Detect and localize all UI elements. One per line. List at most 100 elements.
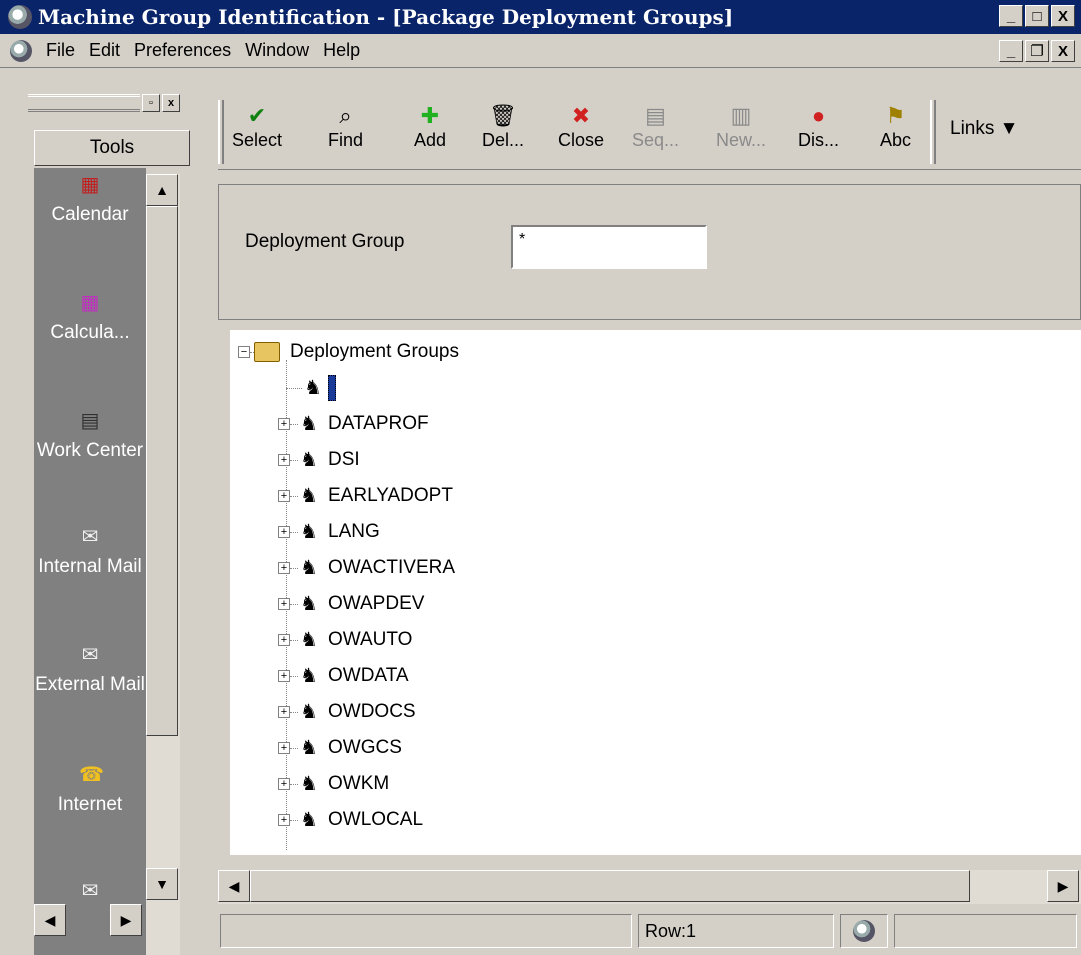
tree-node[interactable]: + ♞ OWDATA (278, 658, 409, 694)
minimize-button[interactable]: _ (999, 5, 1023, 27)
abc-icon: ⚑ (885, 103, 906, 128)
tools-header[interactable]: Tools (34, 130, 190, 166)
menu-file[interactable]: File (46, 40, 75, 61)
delete-button[interactable]: 🗑 Del... (482, 102, 524, 151)
abc-button[interactable]: ⚑ Abc (880, 102, 911, 151)
mdi-close-button[interactable]: X (1051, 40, 1075, 62)
status-message (220, 914, 632, 948)
selected-blank-node[interactable] (328, 375, 336, 401)
expand-icon[interactable]: + (278, 562, 290, 574)
new-label: New... (716, 130, 767, 150)
expand-icon[interactable]: + (278, 742, 290, 754)
close-icon: ✖ (571, 103, 591, 128)
collapse-icon[interactable]: − (238, 346, 250, 358)
tree-horizontal-scrollbar[interactable]: ◀ ▶ (218, 870, 1081, 904)
mdi-minimize-button[interactable]: _ (999, 40, 1023, 62)
display-label: Dis... (798, 130, 840, 150)
expand-icon[interactable]: + (278, 814, 290, 826)
menu-help[interactable]: Help (323, 40, 360, 61)
scroll-thumb[interactable] (250, 870, 970, 902)
expand-icon[interactable]: + (278, 598, 290, 610)
find-label: Find (328, 130, 364, 150)
expand-icon[interactable]: + (278, 670, 290, 682)
tree-node[interactable]: + ♞ OWDOCS (278, 694, 416, 730)
seq-button[interactable]: ▤ Seq... (632, 102, 679, 151)
deployment-group-input[interactable]: * (511, 225, 707, 269)
folder-icon (254, 342, 280, 362)
mdi-controls: _ ❐ X (999, 40, 1075, 62)
expand-icon[interactable]: + (278, 706, 290, 718)
machine-group-icon: ♞ (300, 521, 318, 543)
tool-calendar[interactable]: ▦ Calendar (34, 174, 146, 230)
expand-icon[interactable]: + (278, 634, 290, 646)
tree-node[interactable]: + ♞ EARLYADOPT (278, 478, 453, 514)
tree-node[interactable]: + ♞ OWKM (278, 766, 389, 802)
tool-calculator[interactable]: ▦ Calcula... (34, 292, 146, 348)
menu-window[interactable]: Window (245, 40, 309, 61)
new-button[interactable]: ▥ New... (716, 102, 766, 151)
scroll-left-button[interactable]: ◀ (34, 904, 66, 936)
tree-node[interactable]: + ♞ LANG (278, 514, 380, 550)
scroll-right-button[interactable]: ▶ (110, 904, 142, 936)
tools-scrollbar[interactable]: ▲ ▼ (146, 174, 180, 955)
tree-node-label: LANG (328, 521, 380, 542)
select-button[interactable]: ✔ Select (232, 102, 282, 151)
tree-node-label: OWACTIVERA (328, 557, 456, 578)
tree-node-label: OWAPDEV (328, 593, 425, 614)
machine-group-icon: ♞ (300, 809, 318, 831)
scroll-right-button[interactable]: ▶ (1047, 870, 1079, 902)
scroll-thumb[interactable] (146, 206, 178, 736)
tree-node[interactable]: + ♞ OWAPDEV (278, 586, 424, 622)
tool-work-center[interactable]: ▤ Work Center (34, 410, 146, 466)
tool-external-mail[interactable]: ✉ External Mail (34, 644, 146, 700)
deployment-groups-tree[interactable]: − Deployment Groups ♞ + ♞ DATAPROF + ♞ D… (230, 330, 1081, 855)
tree-node[interactable]: + ♞ OWLOCAL (278, 802, 423, 838)
calendar-icon: ▦ (80, 174, 100, 196)
add-button[interactable]: ✚ Add (414, 102, 446, 151)
panel-grip[interactable] (28, 94, 140, 112)
maximize-button[interactable]: □ (1025, 5, 1049, 27)
plus-icon: ✚ (420, 103, 440, 128)
envelope-icon: ✉ (81, 644, 99, 666)
tree-connector (286, 387, 302, 389)
system-menu-icon[interactable] (10, 39, 32, 62)
add-label: Add (414, 130, 447, 150)
scroll-up-button[interactable]: ▲ (146, 174, 178, 206)
trash-icon: 🗑 (489, 103, 517, 128)
tree-node[interactable]: + ♞ DATAPROF (278, 406, 429, 442)
panel-close-button[interactable]: x (162, 94, 180, 112)
tree-node[interactable]: + ♞ OWGCS (278, 730, 402, 766)
scroll-down-button[interactable]: ▼ (146, 868, 178, 900)
mdi-restore-button[interactable]: ❐ (1025, 40, 1049, 62)
tree-node[interactable]: + ♞ DSI (278, 442, 360, 478)
expand-icon[interactable]: + (278, 490, 290, 502)
tool-internet[interactable]: ☎ Internet (34, 764, 146, 820)
tool-more[interactable]: ✉ (34, 880, 146, 906)
tree-node-label: EARLYADOPT (328, 485, 453, 506)
status-globe (840, 914, 888, 948)
close-button[interactable]: ✖ Close (558, 102, 604, 151)
tool-label: Work Center (36, 440, 144, 461)
work-center-icon: ▤ (80, 410, 100, 432)
expand-icon[interactable]: + (278, 778, 290, 790)
close-window-button[interactable]: X (1051, 5, 1075, 27)
tree-node-new[interactable]: ♞ (286, 370, 336, 406)
tree-root[interactable]: − Deployment Groups (238, 334, 459, 370)
tool-internal-mail[interactable]: ✉ Internal Mail (34, 526, 146, 582)
expand-icon[interactable]: + (278, 418, 290, 430)
expand-icon[interactable]: + (278, 526, 290, 538)
title-bar: Machine Group Identification - [Package … (0, 0, 1081, 34)
display-button[interactable]: ● Dis... (798, 102, 839, 151)
menu-edit[interactable]: Edit (89, 40, 120, 61)
menu-preferences[interactable]: Preferences (134, 40, 231, 61)
envelope-icon: ✉ (81, 526, 99, 548)
expand-icon[interactable]: + (278, 454, 290, 466)
panel-restore-button[interactable]: ▫ (142, 94, 160, 112)
tree-node[interactable]: + ♞ OWACTIVERA (278, 550, 455, 586)
toolbar-grip[interactable] (218, 100, 224, 164)
tree-node[interactable]: + ♞ OWAUTO (278, 622, 412, 658)
links-menu[interactable]: Links ▼ (950, 118, 1018, 140)
find-button[interactable]: ⌕ Find (328, 102, 363, 151)
scroll-left-button[interactable]: ◀ (218, 870, 250, 902)
tree-node-label: OWAUTO (328, 629, 413, 650)
